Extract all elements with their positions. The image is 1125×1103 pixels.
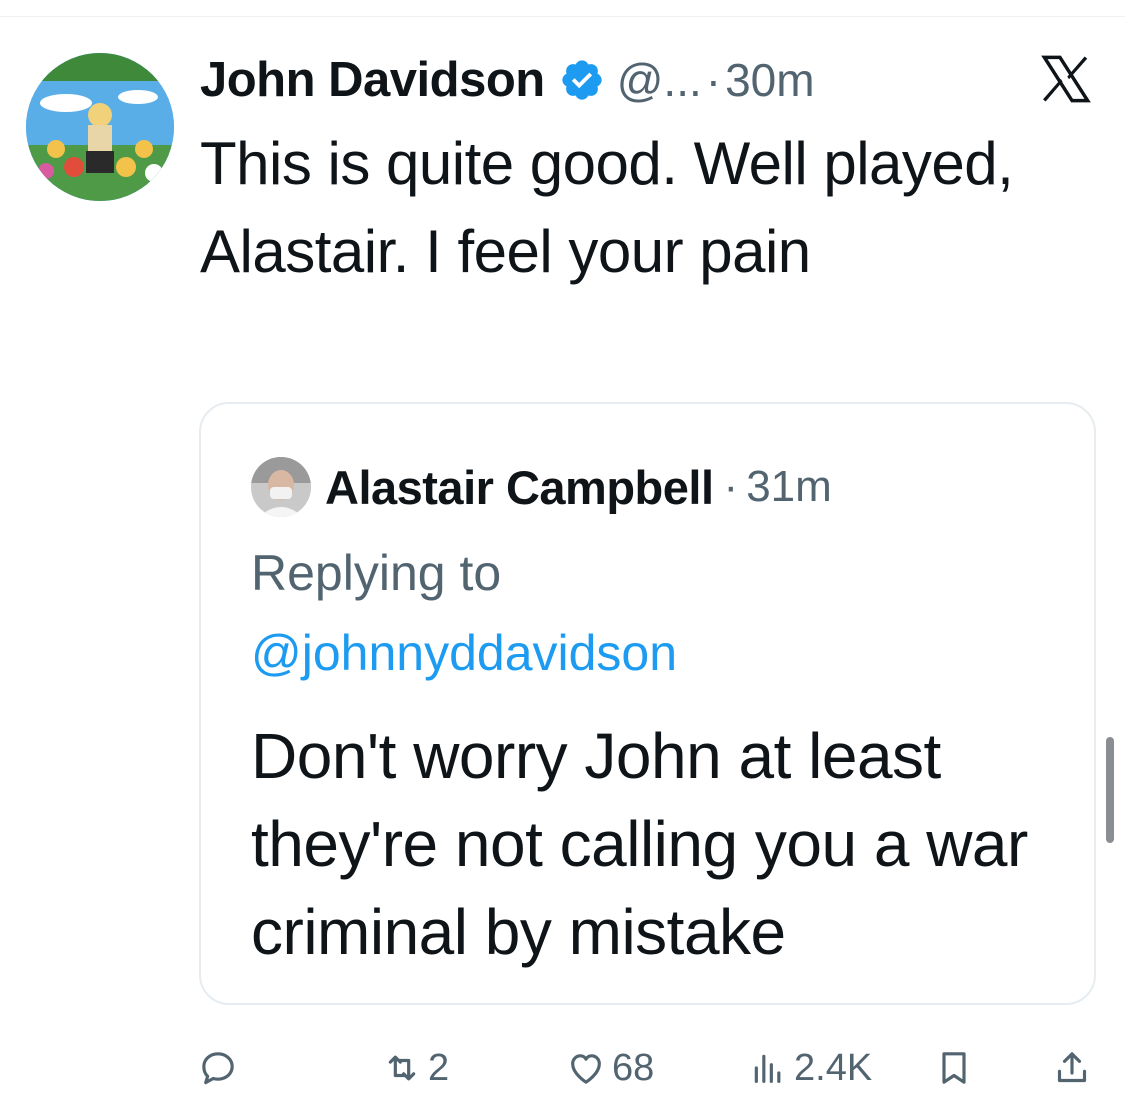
quoted-author-avatar[interactable] [251,457,311,517]
replying-to-label: Replying to [251,545,502,601]
views-button[interactable]: 2.4K [748,1040,872,1096]
bookmark-icon [942,1052,966,1084]
quoted-tweet-header: Alastair Campbell · 31m [251,454,832,520]
quoted-dot-separator: · [723,462,739,511]
quoted-tweet-card[interactable]: Alastair Campbell · 31m Replying to @joh… [199,402,1096,1005]
profile-photo-avatar-image [251,457,311,517]
retweet-icon [388,1055,416,1081]
bookmark-button[interactable] [934,1040,974,1096]
verified-badge-icon [562,60,602,100]
retweet-count: 2 [428,1046,450,1089]
tweet-timestamp[interactable]: 30m [725,53,814,107]
share-icon [1057,1052,1087,1083]
analytics-icon [754,1054,781,1083]
like-count: 68 [612,1046,655,1089]
like-button[interactable]: 68 [566,1040,654,1096]
quoted-author-display-name[interactable]: Alastair Campbell [325,460,714,515]
reply-button[interactable] [198,1040,244,1096]
tweet-text: This is quite good. Well played, Alastai… [200,130,1014,285]
quoted-tweet-timestamp[interactable]: 31m [746,462,832,512]
reply-icon [202,1052,234,1085]
heart-icon [571,1054,601,1084]
author-display-name[interactable]: John Davidson [200,52,545,108]
replying-to-mention-link[interactable]: @johnnyddavidson [251,624,677,682]
author-avatar[interactable] [26,53,174,201]
author-handle[interactable]: @... [617,53,702,107]
top-divider [0,16,1125,17]
tweet-actions-bar: 2 68 2.4K [0,1040,1125,1096]
tweet-header: John Davidson @... · 30m [200,48,1000,112]
cartoon-avatar-image [26,53,174,201]
quoted-tweet-text: Don't worry John at least they're not ca… [251,720,1028,968]
retweet-button[interactable]: 2 [382,1040,449,1096]
x-logo-icon[interactable] [1040,55,1092,103]
views-count: 2.4K [794,1046,873,1089]
share-button[interactable] [1052,1040,1092,1096]
dot-separator: · [705,54,722,106]
scrollbar-thumb[interactable] [1106,737,1114,843]
